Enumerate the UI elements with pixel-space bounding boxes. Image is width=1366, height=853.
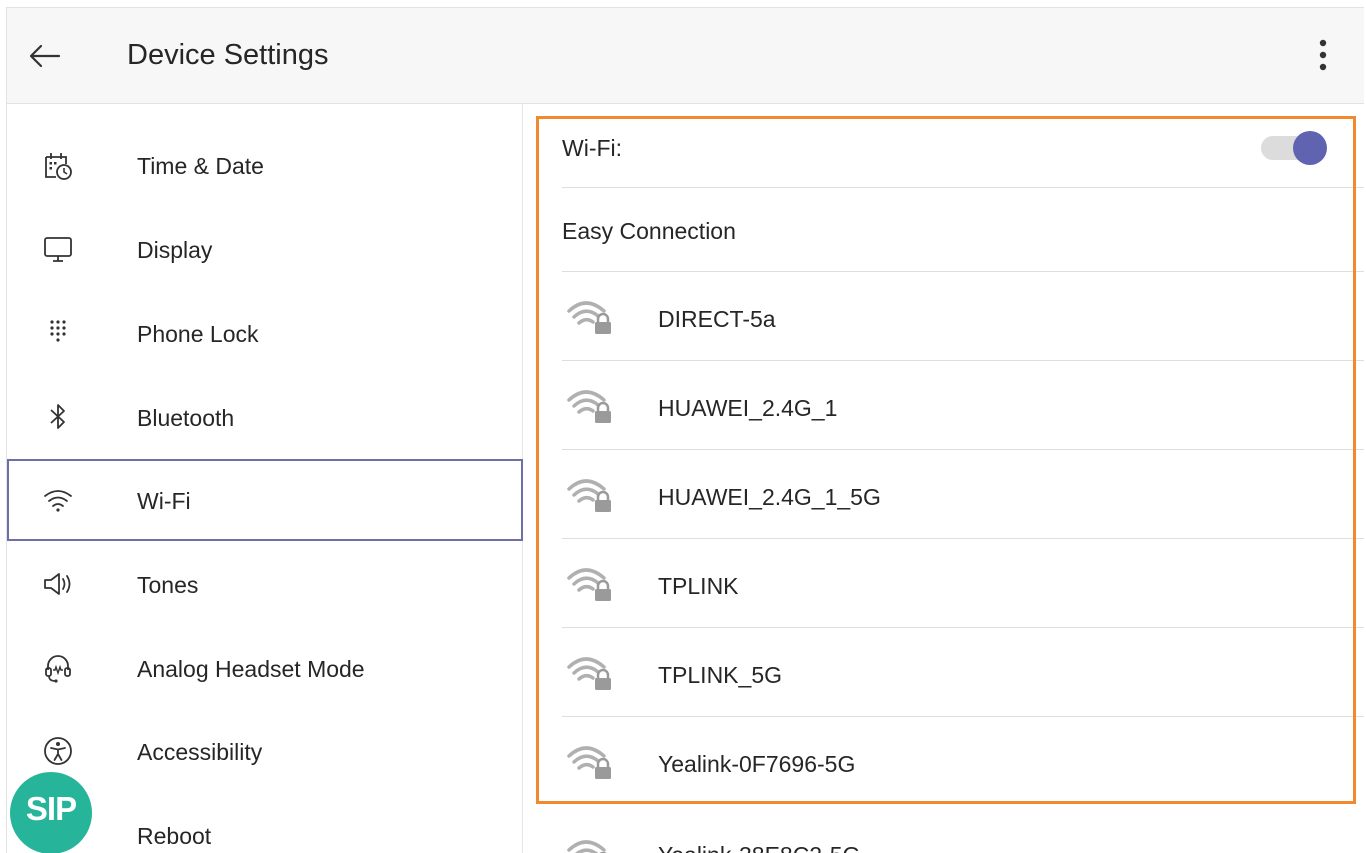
easy-connection-label: Easy Connection <box>562 218 736 244</box>
wifi-lock-icon <box>567 479 611 512</box>
wifi-lock-icon <box>567 301 611 334</box>
keypad-icon <box>50 320 66 342</box>
back-button[interactable] <box>25 36 65 76</box>
network-ssid: TPLINK_5G <box>658 662 782 688</box>
wifi-lock-icon <box>567 657 611 690</box>
more-vertical-icon <box>1319 39 1327 71</box>
network-ssid: Yealink-0F7696-5G <box>658 751 856 777</box>
sidebar-item-label: Accessibility <box>137 739 263 765</box>
accessibility-icon <box>44 737 72 765</box>
wifi-lock-icon <box>567 568 611 601</box>
network-item[interactable]: Yealink-38E8C2-5G <box>562 806 1364 853</box>
network-ssid: HUAWEI_2.4G_1_5G <box>658 484 881 510</box>
wifi-settings-panel: Wi-Fi: Easy Connection DIRECT-5a HUAWEI_… <box>524 104 1364 853</box>
page-title: Device Settings <box>127 39 329 71</box>
arrow-left-icon <box>29 44 61 68</box>
wifi-icon <box>44 490 72 512</box>
header-bar: Device Settings <box>7 8 1364 104</box>
headset-icon <box>45 655 71 683</box>
calendar-clock-icon <box>45 153 72 180</box>
sidebar-item-analog-headset[interactable]: Analog Headset Mode <box>7 627 523 709</box>
network-item[interactable]: HUAWEI_2.4G_1 <box>562 361 1364 450</box>
monitor-icon <box>44 237 72 262</box>
sidebar-item-label: Time & Date <box>137 153 264 179</box>
network-item[interactable]: Yealink-0F7696-5G <box>562 717 1364 806</box>
network-ssid: Yealink-38E8C2-5G <box>658 842 860 853</box>
sidebar-item-label: Phone Lock <box>137 321 259 347</box>
sidebar-item-label: Analog Headset Mode <box>137 656 365 682</box>
sidebar-item-phone-lock[interactable]: Phone Lock <box>7 292 523 374</box>
wifi-lock-icon <box>567 390 611 423</box>
wifi-toggle[interactable] <box>1259 129 1329 165</box>
sidebar-item-accessibility[interactable]: Accessibility <box>7 710 523 792</box>
network-item[interactable]: TPLINK_5G <box>562 628 1364 717</box>
easy-connection-row[interactable]: Easy Connection <box>562 188 1364 272</box>
sip-logo-text: SIP <box>25 790 77 827</box>
network-ssid: DIRECT-5a <box>658 306 776 332</box>
sidebar-item-wifi[interactable]: Wi-Fi <box>7 459 523 541</box>
sidebar-item-display[interactable]: Display <box>7 208 523 290</box>
sidebar-item-label: Tones <box>137 572 199 598</box>
more-options-button[interactable] <box>1303 36 1343 76</box>
wifi-toggle-row: Wi-Fi: <box>562 104 1364 188</box>
network-item[interactable]: TPLINK <box>562 539 1364 628</box>
sidebar-item-bluetooth[interactable]: Bluetooth <box>7 376 523 458</box>
network-ssid: HUAWEI_2.4G_1 <box>658 395 838 421</box>
sidebar-item-label: Display <box>137 237 213 263</box>
sidebar-item-label: Bluetooth <box>137 405 235 431</box>
wifi-label: Wi-Fi: <box>562 135 623 161</box>
sidebar-item-time-date[interactable]: Time & Date <box>7 124 523 206</box>
settings-sidebar: Time & Date Display Phone Lock Bluetooth… <box>7 104 523 853</box>
network-ssid: TPLINK <box>658 573 739 599</box>
sidebar-item-tones[interactable]: Tones <box>7 543 523 625</box>
sidebar-item-label: Wi-Fi <box>137 488 191 514</box>
wifi-lock-icon <box>567 746 611 779</box>
bluetooth-icon <box>50 404 65 429</box>
sidebar-item-label: Reboot <box>137 823 212 849</box>
network-item[interactable]: HUAWEI_2.4G_1_5G <box>562 450 1364 539</box>
toggle-knob <box>1293 131 1327 165</box>
device-settings-window: Device Settings Time & Date Display Phon… <box>6 7 1364 853</box>
wifi-lock-icon <box>567 840 607 853</box>
speaker-icon <box>44 573 71 595</box>
sip-logo-badge: SIP <box>10 772 92 853</box>
network-item[interactable]: DIRECT-5a <box>562 272 1364 361</box>
